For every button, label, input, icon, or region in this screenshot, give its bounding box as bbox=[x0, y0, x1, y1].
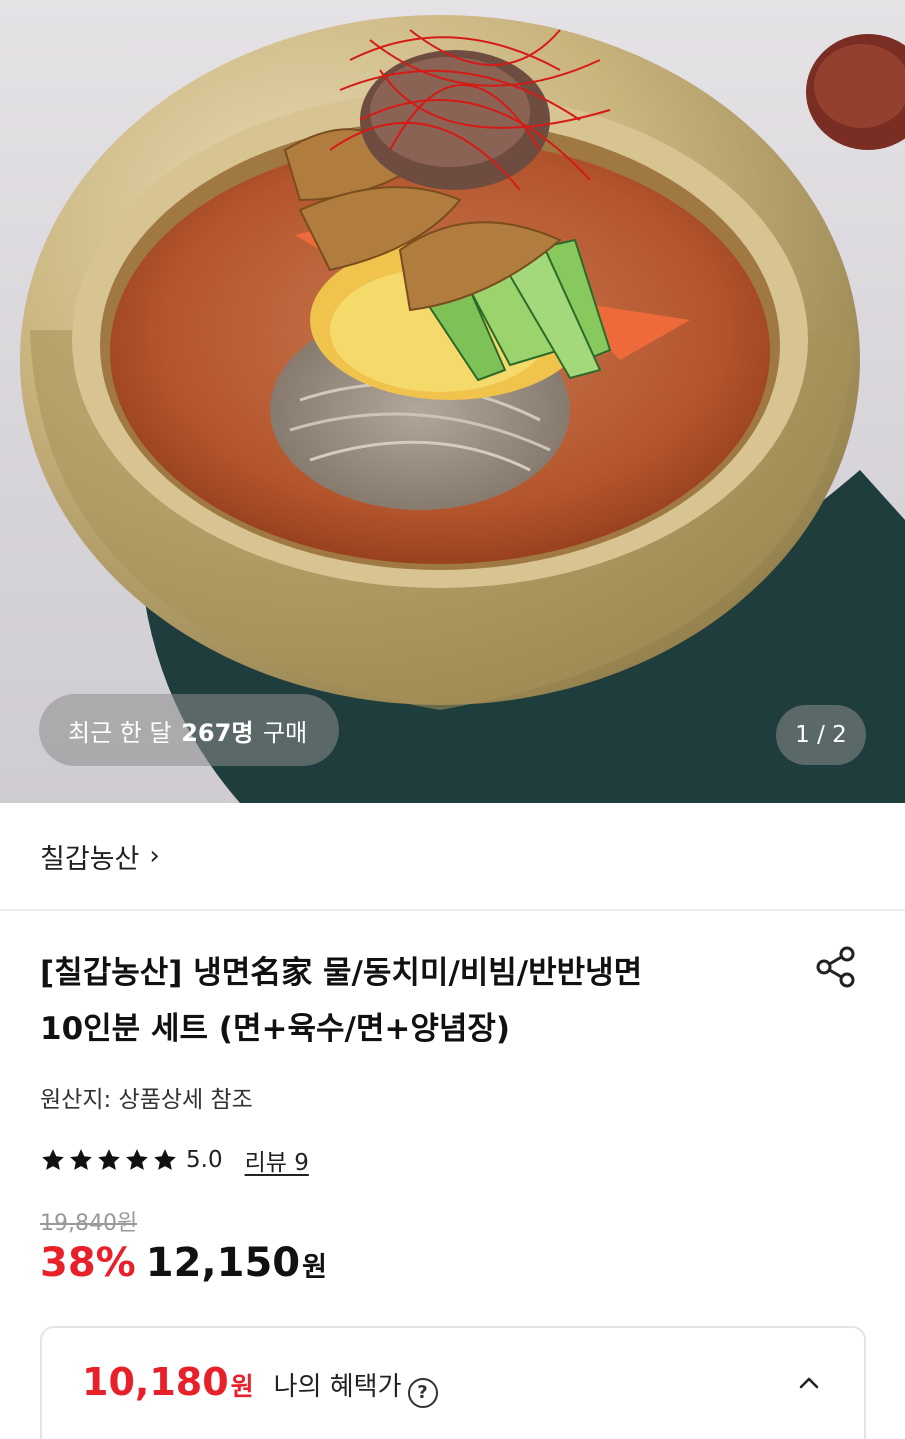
seller-link[interactable]: 칠갑농산 › bbox=[0, 803, 905, 911]
benefit-price-row: 10,180 원 나의 혜택가 ? bbox=[82, 1360, 438, 1408]
product-title: [칠갑농산] 냉면名家 물/동치미/비빔/반반냉면 10인분 세트 (면+육수/… bbox=[40, 945, 770, 1057]
seller-name: 칠갑농산 bbox=[40, 843, 140, 875]
origin-info: 원산지: 상품상세 참조 bbox=[40, 1087, 253, 1113]
image-page-indicator: 1 / 2 bbox=[776, 705, 866, 765]
star-icon bbox=[126, 1149, 148, 1170]
sale-price: 12,150 bbox=[145, 1240, 301, 1286]
product-image-carousel[interactable]: 최근 한 달 267명 구매 1 / 2 bbox=[0, 0, 905, 803]
discount-rate: 38% bbox=[40, 1240, 136, 1286]
product-title-line-1: [칠갑농산] 냉면名家 물/동치미/비빔/반반냉면 bbox=[40, 955, 643, 991]
benefit-price-unit: 원 bbox=[230, 1372, 254, 1401]
help-icon[interactable]: ? bbox=[407, 1377, 438, 1408]
product-title-line-2: 10인분 세트 (면+육수/면+양념장) bbox=[40, 1011, 511, 1047]
original-price: 19,840원 bbox=[40, 1211, 138, 1236]
star-icon bbox=[42, 1149, 64, 1170]
chevron-right-icon: › bbox=[149, 841, 160, 871]
price-row: 38% 12,150 원 bbox=[40, 1240, 327, 1286]
star-icon bbox=[154, 1149, 176, 1170]
product-page: 최근 한 달 267명 구매 1 / 2 칠갑농산 › [칠갑농산] 냉면名家 … bbox=[0, 0, 905, 1439]
buyers-suffix: 구매 bbox=[263, 718, 308, 747]
price-unit: 원 bbox=[302, 1252, 327, 1283]
product-photo bbox=[20, 15, 905, 803]
chevron-up-icon[interactable] bbox=[794, 1368, 824, 1398]
rating-value: 5.0 bbox=[186, 1147, 223, 1173]
review-link[interactable]: 리뷰 9 bbox=[245, 1143, 309, 1177]
rating-stars bbox=[40, 1147, 178, 1173]
buyers-count: 267명 bbox=[181, 718, 254, 747]
benefit-label: 나의 혜택가 bbox=[273, 1372, 402, 1402]
star-icon bbox=[98, 1149, 120, 1170]
share-button[interactable] bbox=[811, 942, 861, 992]
rating-row: 5.0 리뷰 9 bbox=[40, 1143, 309, 1177]
star-icon bbox=[70, 1149, 92, 1170]
buyers-prefix: 최근 한 달 bbox=[68, 718, 172, 747]
share-icon bbox=[816, 946, 855, 988]
recent-buyers-badge: 최근 한 달 267명 구매 bbox=[39, 694, 339, 766]
benefit-price-panel[interactable]: 10,180 원 나의 혜택가 ? bbox=[40, 1326, 866, 1439]
benefit-price: 10,180 bbox=[82, 1360, 229, 1404]
